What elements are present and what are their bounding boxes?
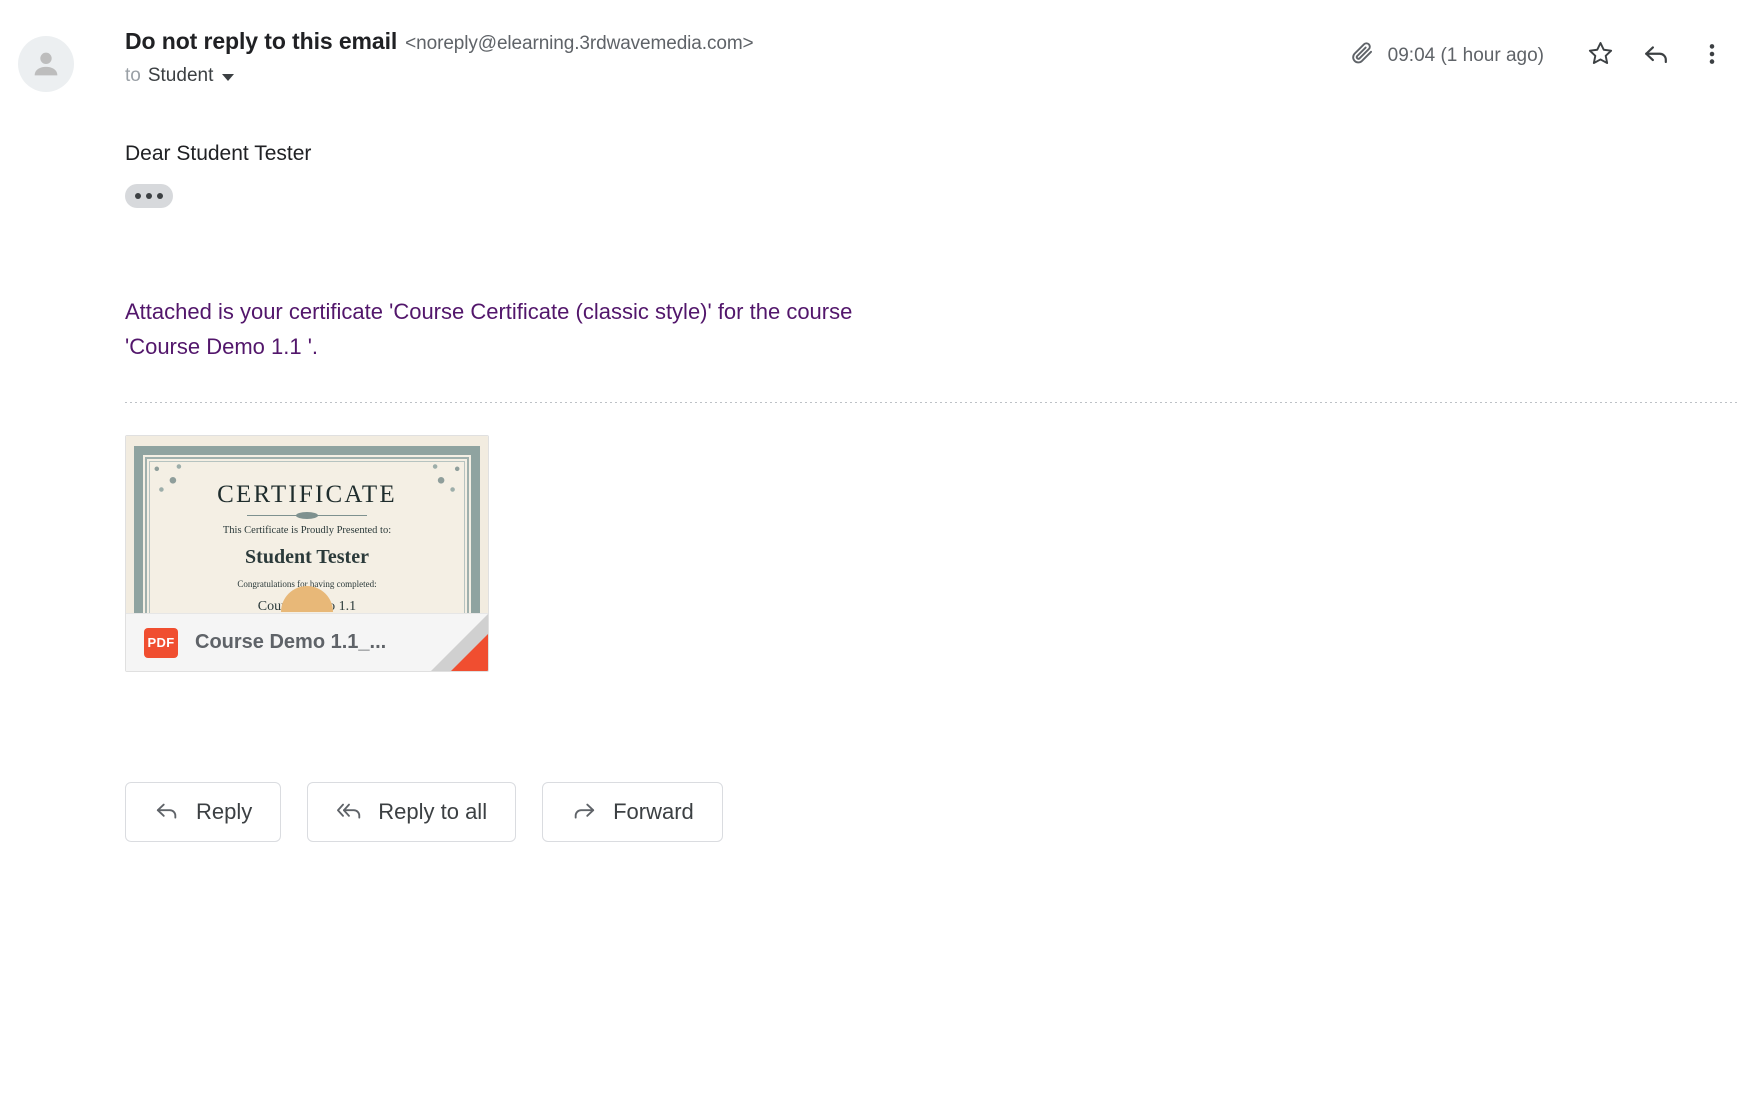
attachment-indicator: 09:04 (1 hour ago) bbox=[1348, 40, 1544, 72]
header-actions: 09:04 (1 hour ago) bbox=[1348, 28, 1740, 84]
more-vertical-icon bbox=[1699, 41, 1725, 72]
avatar bbox=[18, 36, 74, 92]
reply-arrow-icon bbox=[154, 797, 180, 828]
certificate-divider-ornament bbox=[247, 515, 367, 517]
attachment-info-bar[interactable]: PDF Course Demo 1.1_... bbox=[126, 613, 488, 672]
greeting-text: Dear Student Tester bbox=[125, 142, 312, 165]
ellipsis-icon bbox=[146, 193, 152, 199]
forward-arrow-icon bbox=[571, 797, 597, 828]
reply-arrow-icon bbox=[1642, 39, 1671, 73]
show-trimmed-content-button[interactable] bbox=[125, 184, 173, 208]
email-body: Dear Student Tester Attached is your cer… bbox=[0, 108, 1756, 843]
sender-line: Do not reply to this email <noreply@elea… bbox=[125, 28, 754, 55]
certificate-recipient-name: Student Tester bbox=[245, 546, 369, 569]
attachment-fold-corner bbox=[451, 634, 488, 672]
reply-button-label: Reply bbox=[196, 799, 253, 825]
ellipsis-icon bbox=[157, 193, 163, 199]
person-avatar-icon bbox=[29, 47, 63, 81]
forward-button[interactable]: Forward bbox=[542, 782, 723, 843]
attachment-filename: Course Demo 1.1_... bbox=[195, 631, 387, 654]
certificate-presented-to-label: This Certificate is Proudly Presented to… bbox=[222, 525, 392, 537]
attachment-area: CERTIFICATE This Certificate is Proudly … bbox=[125, 435, 1756, 673]
recipient-name: Student bbox=[147, 65, 214, 86]
timestamp: 09:04 (1 hour ago) bbox=[1387, 45, 1544, 66]
recipient-line[interactable]: to Student bbox=[125, 65, 754, 87]
content-divider bbox=[125, 402, 1740, 404]
reply-button[interactable] bbox=[1628, 28, 1684, 84]
reply-to-all-button-label: Reply to all bbox=[378, 799, 488, 825]
reply-button[interactable]: Reply bbox=[125, 782, 282, 843]
forward-button-label: Forward bbox=[613, 799, 694, 825]
star-button[interactable] bbox=[1572, 28, 1628, 84]
pdf-file-icon: PDF bbox=[144, 627, 178, 658]
ellipsis-icon bbox=[135, 193, 141, 199]
caret-down-icon[interactable] bbox=[222, 74, 235, 81]
sender-block: Do not reply to this email <noreply@elea… bbox=[125, 28, 754, 87]
reply-all-arrow-icon bbox=[336, 797, 362, 828]
paperclip-icon bbox=[1348, 40, 1375, 72]
certificate-message: Attached is your certificate 'Course Cer… bbox=[125, 294, 925, 364]
certificate-preview-image: CERTIFICATE This Certificate is Proudly … bbox=[126, 436, 488, 615]
recipient-prefix: to bbox=[125, 65, 141, 86]
reply-to-all-button[interactable]: Reply to all bbox=[307, 782, 517, 843]
more-options-button[interactable] bbox=[1684, 28, 1740, 84]
action-buttons-row: Reply Reply to all Forward bbox=[125, 782, 1756, 843]
certificate-message-line-1: Attached is your certificate 'Course Cer… bbox=[125, 299, 781, 324]
sender-email: <noreply@elearning.3rdwavemedia.com> bbox=[405, 33, 754, 54]
star-outline-icon bbox=[1586, 39, 1615, 73]
sender-name: Do not reply to this email bbox=[125, 28, 398, 54]
email-header: Do not reply to this email <noreply@elea… bbox=[0, 0, 1756, 108]
attachment-card[interactable]: CERTIFICATE This Certificate is Proudly … bbox=[125, 435, 489, 673]
certificate-title: CERTIFICATE bbox=[217, 481, 397, 509]
